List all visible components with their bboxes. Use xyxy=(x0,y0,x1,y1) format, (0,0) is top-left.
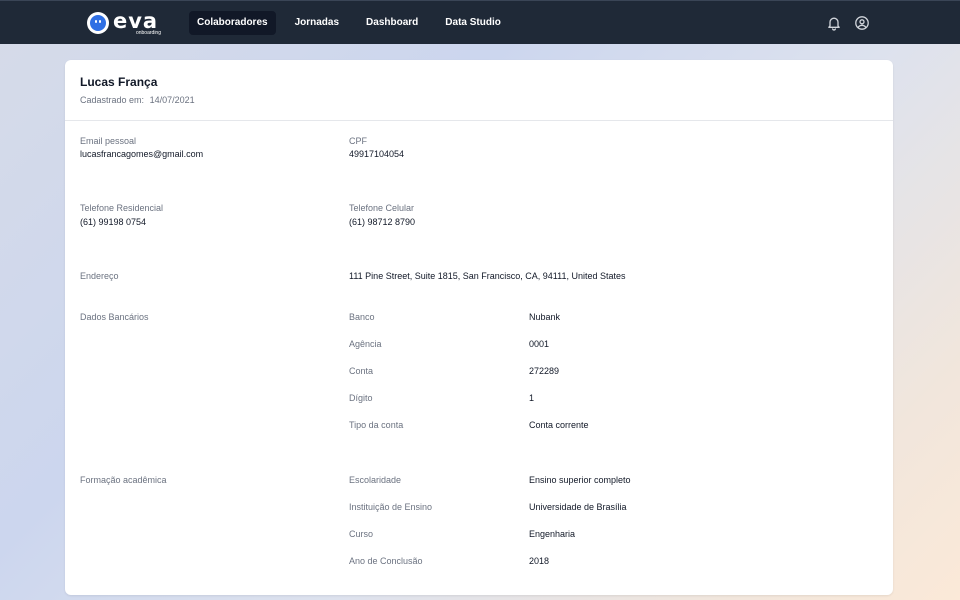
digit-value: 1 xyxy=(529,393,535,403)
bank-name-value: Nubank xyxy=(529,312,561,322)
account-type-value: Conta corrente xyxy=(529,420,589,430)
cpf-value: 49917104054 xyxy=(349,149,405,159)
logo-wordmark: eva onboarding xyxy=(113,11,161,37)
nav-data-studio[interactable]: Data Studio xyxy=(437,11,509,35)
collaborator-profile-card: Lucas França Cadastrado em: 14/07/2021 E… xyxy=(65,60,893,595)
bell-icon[interactable] xyxy=(826,15,842,31)
account-type-label: Tipo da conta xyxy=(349,420,404,430)
schooling-value: Ensino superior completo xyxy=(529,475,631,485)
institution-label: Instituição de Ensino xyxy=(349,502,433,512)
registered-date-line: Cadastrado em: 14/07/2021 xyxy=(80,95,878,106)
registered-date: 14/07/2021 xyxy=(149,95,195,105)
nav-colaboradores[interactable]: Colaboradores xyxy=(189,11,276,35)
address-label: Endereço xyxy=(80,271,119,281)
main-nav: Colaboradores Jornadas Dashboard Data St… xyxy=(189,11,511,35)
agency-value: 0001 xyxy=(529,339,550,349)
schooling-label: Escolaridade xyxy=(349,475,402,485)
eva-logo[interactable]: eva onboarding xyxy=(87,11,161,37)
digit-label: Dígito xyxy=(349,393,373,403)
email-label: Email pessoal xyxy=(80,136,137,146)
mobile-phone-label: Telefone Celular xyxy=(349,203,415,213)
agency-label: Agência xyxy=(349,339,382,349)
cpf-label: CPF xyxy=(349,136,367,146)
mobile-phone-value: (61) 98712 8790 xyxy=(349,217,416,227)
account-label: Conta xyxy=(349,366,374,376)
institution-value: Universidade de Brasília xyxy=(529,502,627,512)
graduation-year-value: 2018 xyxy=(529,556,550,566)
eva-logo-icon xyxy=(87,12,109,34)
address-value: 111 Pine Street, Suite 1815, San Francis… xyxy=(349,271,626,281)
graduation-year-label: Ano de Conclusão xyxy=(349,556,423,566)
logo-subtext: onboarding xyxy=(135,30,161,36)
home-phone-value: (61) 99198 0754 xyxy=(80,217,147,227)
bank-name-label: Banco xyxy=(349,312,375,322)
user-circle-icon[interactable] xyxy=(854,15,870,31)
course-label: Curso xyxy=(349,529,374,539)
logo-text: eva xyxy=(113,9,159,33)
nav-jornadas[interactable]: Jornadas xyxy=(287,11,347,35)
course-value: Engenharia xyxy=(529,529,576,539)
collaborator-name: Lucas França xyxy=(80,75,158,89)
email-value: lucasfrancagomes@gmail.com xyxy=(80,149,204,159)
bank-section-label: Dados Bancários xyxy=(80,312,149,322)
nav-dashboard[interactable]: Dashboard xyxy=(358,11,426,35)
registered-label: Cadastrado em: xyxy=(80,95,145,105)
top-navigation-bar: eva onboarding Colaboradores Jornadas Da… xyxy=(0,0,960,44)
account-value: 272289 xyxy=(529,366,560,376)
home-phone-label: Telefone Residencial xyxy=(80,203,164,213)
profile-header: Lucas França Cadastrado em: 14/07/2021 xyxy=(65,60,893,121)
education-section-label: Formação acadêmica xyxy=(80,475,167,485)
